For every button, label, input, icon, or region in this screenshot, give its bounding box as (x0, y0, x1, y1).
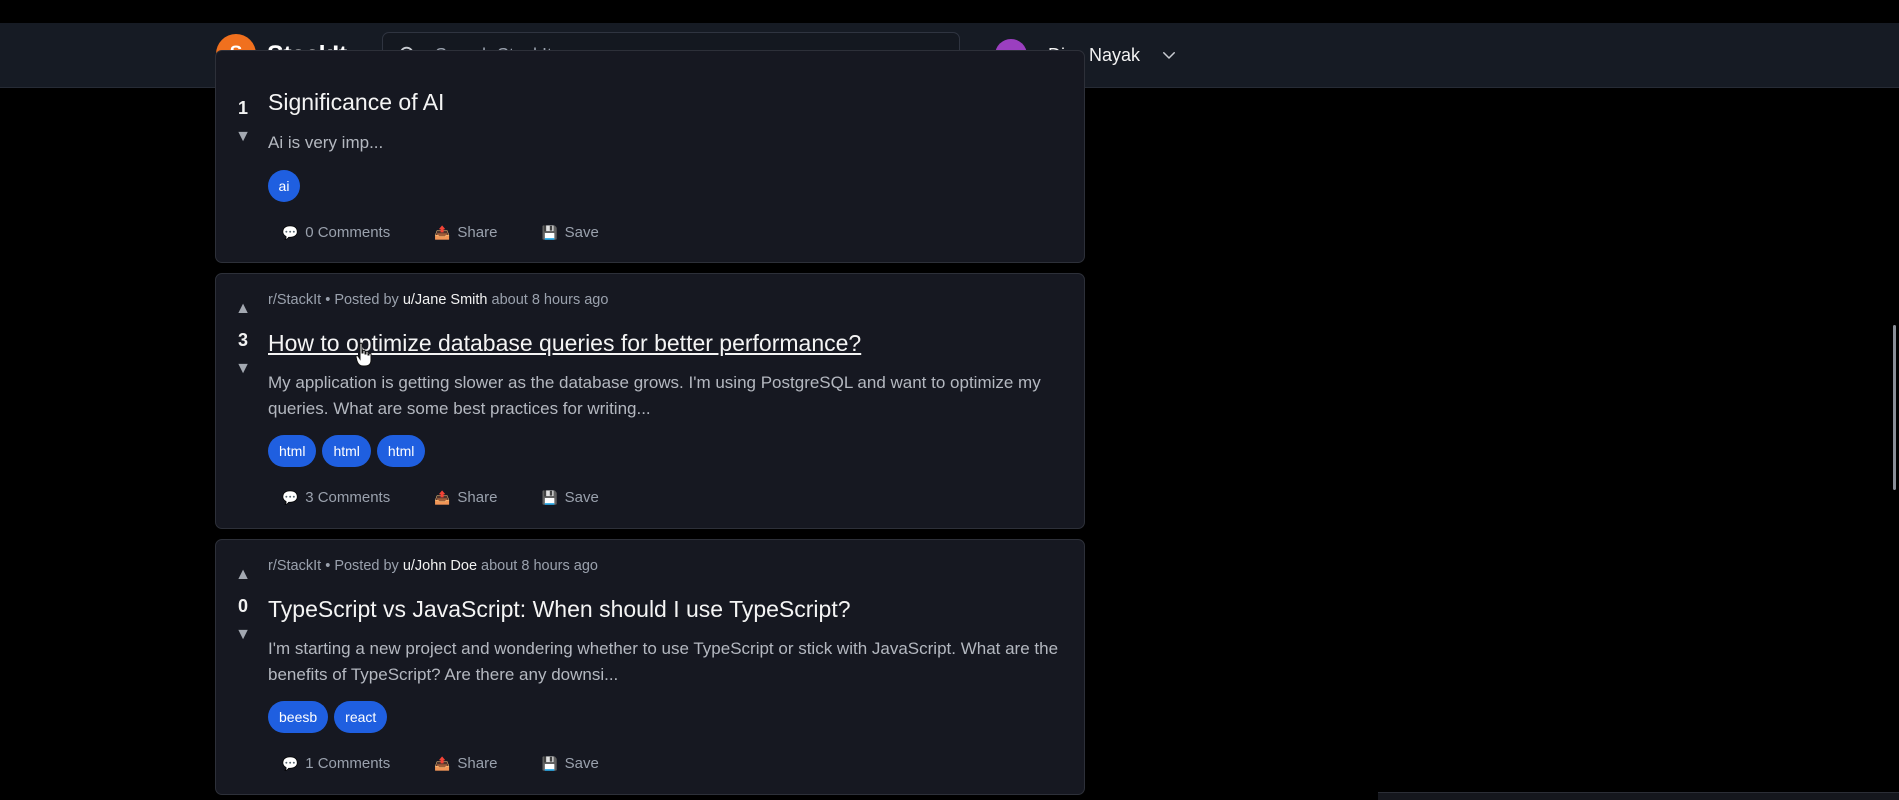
community-link[interactable]: r/StackIt (268, 292, 321, 308)
post-excerpt: I'm starting a new project and wondering… (268, 639, 1059, 684)
share-button[interactable]: 📤 Share (434, 755, 497, 772)
save-icon: 💾 (541, 489, 558, 505)
tag-list: ai (268, 170, 300, 202)
post-actions: 💬 3 Comments 📤 Share 💾 Save (282, 489, 599, 506)
tag-list: beesb react (268, 701, 388, 733)
post-actions: 💬 1 Comments 📤 Share 💾 Save (282, 755, 599, 772)
share-icon: 📤 (434, 224, 451, 240)
save-label: Save (564, 224, 599, 241)
tag-chip[interactable]: react (334, 701, 388, 733)
post-title[interactable]: TypeScript vs JavaScript: When should I … (268, 596, 851, 623)
save-icon: 💾 (541, 755, 558, 771)
post-excerpt: Ai is very imp... (268, 133, 384, 152)
tag-chip[interactable]: html (376, 435, 426, 467)
post-time: about 8 hours ago (491, 292, 609, 308)
posted-by-label: • Posted by (325, 292, 399, 308)
vote-column: ▲ 0 ▼ (232, 567, 254, 643)
post-meta: r/StackIt • Posted by u/John Doe about 8… (268, 558, 598, 574)
comment-icon: 💬 (282, 755, 299, 771)
share-label: Share (457, 224, 498, 241)
vote-column: ▲ 3 ▼ (232, 301, 254, 377)
downvote-icon[interactable]: ▼ (232, 361, 254, 377)
post-card: ▲ 3 ▼ r/StackIt • Posted by u/Jane Smith… (215, 273, 1085, 529)
vote-score: 1 (237, 98, 248, 118)
post-time: about 8 hours ago (481, 558, 598, 574)
save-label: Save (564, 489, 599, 506)
share-button[interactable]: 📤 Share (434, 224, 497, 241)
upvote-icon[interactable]: ▲ (232, 567, 254, 583)
author-link[interactable]: u/John Doe (403, 558, 477, 574)
comments-label: 0 Comments (305, 224, 391, 241)
share-label: Share (457, 489, 498, 506)
author-link[interactable]: u/Jane Smith (403, 292, 488, 308)
post-meta: r/StackIt • Posted by u/Jane Smith about… (268, 292, 608, 308)
vote-score: 0 (237, 596, 248, 616)
comments-button[interactable]: 💬 3 Comments (282, 489, 390, 506)
post-excerpt: My application is getting slower as the … (268, 373, 1041, 418)
scrollbar[interactable] (1893, 325, 1896, 490)
vote-score: 3 (237, 330, 248, 350)
downvote-icon[interactable]: ▼ (232, 627, 254, 643)
share-icon: 📤 (434, 489, 451, 505)
comments-button[interactable]: 💬 0 Comments (282, 224, 390, 241)
tag-chip[interactable]: ai (268, 170, 300, 202)
post-card: 1 ▼ Significance of AI Ai is very imp...… (215, 50, 1085, 263)
comments-button[interactable]: 💬 1 Comments (282, 755, 390, 772)
post-title[interactable]: Significance of AI (268, 89, 444, 116)
tag-list: html html html (268, 435, 426, 467)
tag-chip[interactable]: html (322, 435, 371, 467)
hand-cursor-icon (355, 342, 372, 367)
save-button[interactable]: 💾 Save (541, 755, 598, 772)
top-strip (0, 0, 1899, 23)
tag-chip[interactable]: beesb (268, 701, 329, 733)
vote-column: 1 ▼ (232, 99, 254, 145)
share-label: Share (457, 755, 498, 772)
comments-label: 3 Comments (305, 489, 391, 506)
post-actions: 💬 0 Comments 📤 Share 💾 Save (282, 224, 599, 241)
comment-icon: 💬 (282, 489, 299, 505)
tag-chip[interactable]: html (268, 435, 317, 467)
chevron-down-icon[interactable] (1160, 46, 1178, 64)
save-button[interactable]: 💾 Save (541, 224, 598, 241)
comments-label: 1 Comments (305, 755, 391, 772)
community-link[interactable]: r/StackIt (268, 558, 321, 574)
post-card: ▲ 0 ▼ r/StackIt • Posted by u/John Doe a… (215, 539, 1085, 795)
upvote-icon[interactable]: ▲ (232, 301, 254, 317)
save-button[interactable]: 💾 Save (541, 489, 598, 506)
share-button[interactable]: 📤 Share (434, 489, 497, 506)
comment-icon: 💬 (282, 224, 299, 240)
downvote-icon[interactable]: ▼ (232, 129, 254, 145)
save-icon: 💾 (541, 224, 558, 240)
posted-by-label: • Posted by (325, 558, 399, 574)
share-icon: 📤 (434, 755, 451, 771)
save-label: Save (564, 755, 599, 772)
